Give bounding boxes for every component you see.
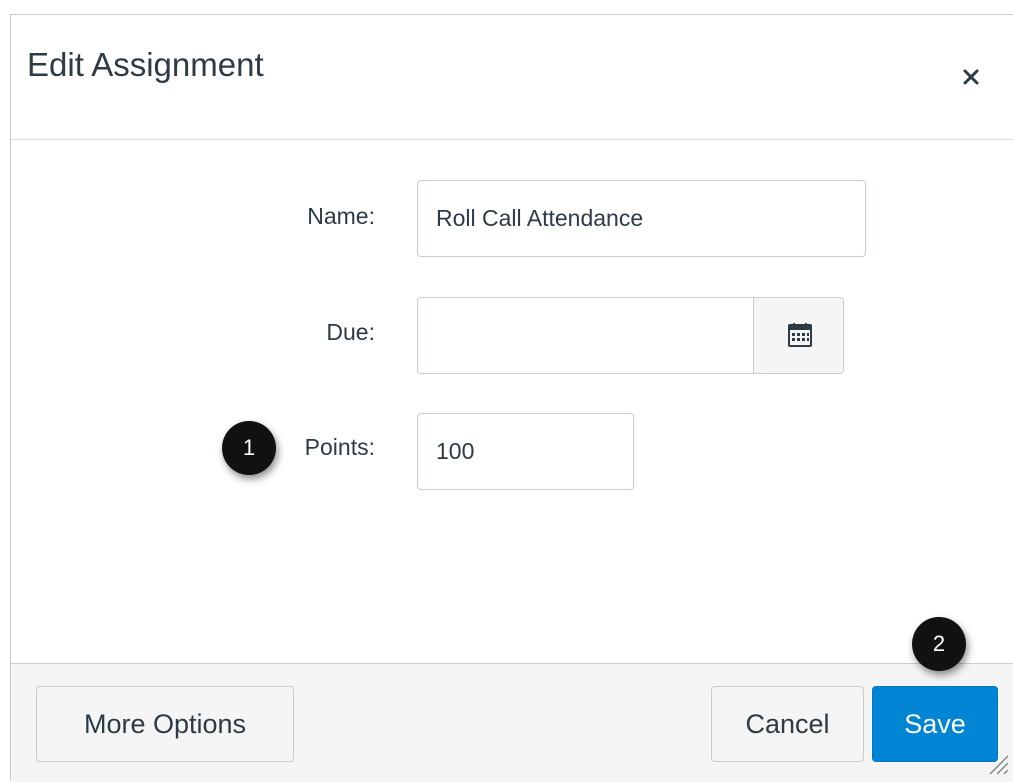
name-label: Name: [307,203,375,229]
close-icon [963,69,979,85]
points-input[interactable] [417,413,634,490]
cancel-button[interactable]: Cancel [711,686,864,762]
name-input[interactable] [417,180,866,257]
edit-assignment-dialog: Edit Assignment Name: Due: [0,0,1013,782]
dialog-title: Edit Assignment [27,46,264,83]
due-date-input[interactable] [418,298,753,373]
due-label: Due: [326,319,375,345]
resize-handle-icon[interactable] [986,752,1010,776]
points-label: Points: [304,434,375,460]
save-button[interactable]: Save [872,686,998,762]
more-options-button[interactable]: More Options [36,686,294,762]
calendar-icon [788,323,812,347]
callout-badge-2: 2 [912,617,966,671]
callout-badge-1: 1 [222,421,276,475]
calendar-button[interactable] [753,298,843,373]
due-date-field [417,297,844,374]
close-button[interactable] [952,56,992,96]
